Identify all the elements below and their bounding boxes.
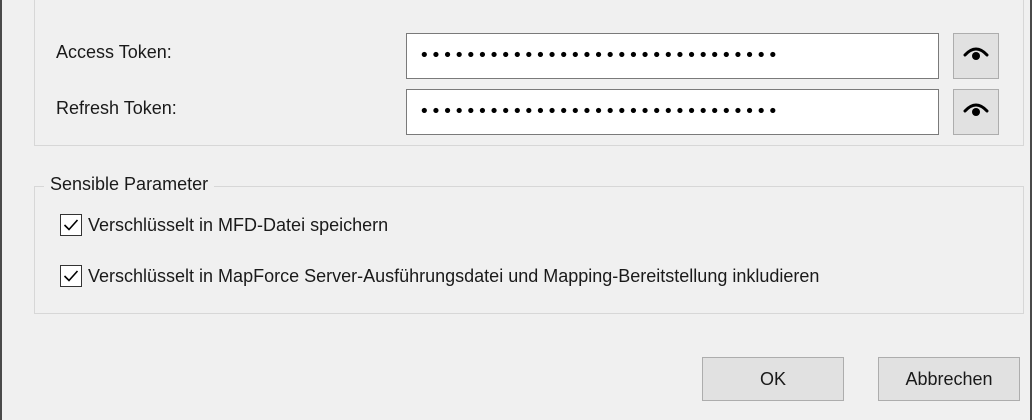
access-token-field[interactable]: ••••••••••••••••••••••••••••••• [406, 33, 939, 79]
encrypt-mfd-checkbox[interactable] [60, 214, 82, 236]
sensitive-parameters-group [34, 186, 1024, 314]
eye-icon [963, 100, 989, 124]
refresh-token-field[interactable]: ••••••••••••••••••••••••••••••• [406, 89, 939, 135]
checkmark-icon [63, 270, 79, 282]
encrypt-mfd-label: Verschlüsselt in MFD-Datei speichern [88, 214, 389, 235]
encrypt-mfd-option[interactable]: Verschlüsselt in MFD-Datei speichern [60, 214, 388, 236]
eye-icon [963, 44, 989, 68]
refresh-token-label: Refresh Token: [56, 98, 177, 118]
oauth-settings-dialog: Access Token: ••••••••••••••••••••••••••… [0, 0, 1032, 420]
reveal-access-token-button[interactable] [953, 33, 999, 79]
sensitive-parameters-title: Sensible Parameter [44, 174, 215, 195]
cancel-button[interactable]: Abbrechen [878, 357, 1020, 401]
reveal-refresh-token-button[interactable] [953, 89, 999, 135]
access-token-label: Access Token: [56, 42, 172, 62]
ok-button[interactable]: OK [702, 357, 844, 401]
encrypt-server-option[interactable]: Verschlüsselt in MapForce Server-Ausführ… [60, 265, 819, 287]
encrypt-server-checkbox[interactable] [60, 265, 82, 287]
checkmark-icon [63, 219, 79, 231]
encrypt-server-label: Verschlüsselt in MapForce Server-Ausführ… [88, 265, 820, 286]
